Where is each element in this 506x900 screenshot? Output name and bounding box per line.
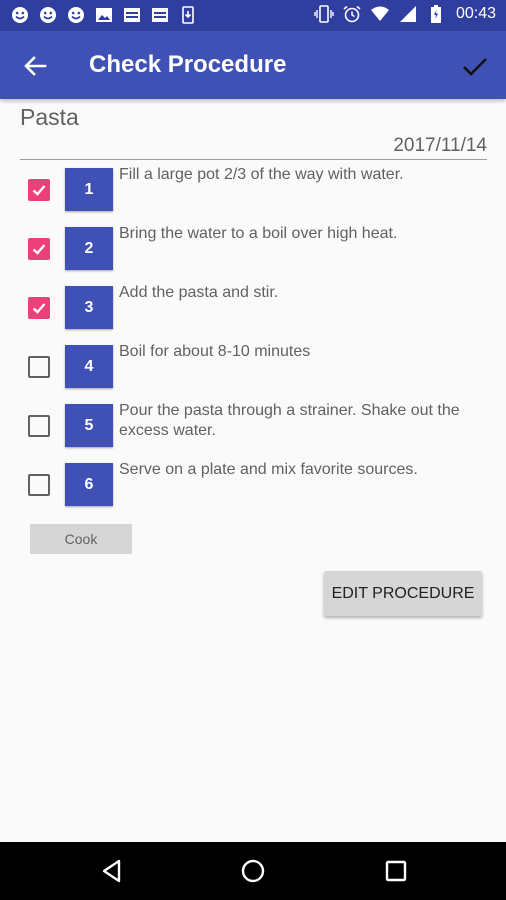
step-row: 5 Pour the pasta through a strainer. Sha… <box>0 402 506 461</box>
step-number-button[interactable]: 5 <box>65 404 113 447</box>
checkmark-icon <box>463 58 487 76</box>
check-icon <box>32 303 46 314</box>
step-text: Boil for about 8-10 minutes <box>119 343 311 360</box>
nav-back-button[interactable] <box>97 856 127 886</box>
wifi-icon <box>370 4 390 24</box>
steps-list: 1 Fill a large pot 2/3 of the way with w… <box>0 166 506 520</box>
step-number-button[interactable]: 4 <box>65 345 113 388</box>
square-recents-icon <box>385 860 407 882</box>
back-button[interactable] <box>18 49 52 83</box>
smiley-icon <box>38 5 58 25</box>
alarm-icon <box>342 4 362 24</box>
confirm-button[interactable] <box>458 49 492 83</box>
download-icon <box>178 5 198 25</box>
step-text: Serve on a plate and mix favorite source… <box>119 461 418 478</box>
edit-procedure-button[interactable]: EDIT PROCEDURE <box>324 571 482 616</box>
app-bar: Check Procedure <box>0 31 506 99</box>
smiley-icon <box>66 5 86 25</box>
calendar-icon <box>150 5 170 25</box>
nav-home-button[interactable] <box>238 856 268 886</box>
circle-home-icon <box>241 859 265 883</box>
vibrate-icon <box>314 4 334 24</box>
step-row: 4 Boil for about 8-10 minutes <box>0 343 506 402</box>
recipe-date: 2017/11/14 <box>393 135 487 156</box>
page-title: Check Procedure <box>89 51 287 78</box>
step-checkbox[interactable] <box>28 179 50 201</box>
step-number-button[interactable]: 1 <box>65 168 113 211</box>
nav-recents-button[interactable] <box>381 856 411 886</box>
step-checkbox[interactable] <box>28 474 50 496</box>
signal-icon <box>398 4 418 24</box>
step-text: Fill a large pot 2/3 of the way with wat… <box>119 166 404 183</box>
calendar-icon <box>122 5 142 25</box>
recipe-name: Pasta <box>20 104 79 130</box>
arrow-left-icon <box>24 56 47 76</box>
image-icon <box>94 5 114 25</box>
step-checkbox[interactable] <box>28 297 50 319</box>
step-text: Add the pasta and stir. <box>119 284 279 301</box>
divider <box>20 159 487 160</box>
smiley-icon <box>10 5 30 25</box>
cook-button[interactable]: Cook <box>30 524 132 554</box>
battery-icon <box>426 4 446 24</box>
step-checkbox[interactable] <box>28 356 50 378</box>
step-checkbox[interactable] <box>28 238 50 260</box>
step-row: 1 Fill a large pot 2/3 of the way with w… <box>0 166 506 225</box>
check-icon <box>32 185 46 196</box>
step-number-button[interactable]: 2 <box>65 227 113 270</box>
step-text: Bring the water to a boil over high heat… <box>119 225 398 242</box>
step-checkbox[interactable] <box>28 415 50 437</box>
status-bar: 00:43 <box>0 0 506 31</box>
step-row: 2 Bring the water to a boil over high he… <box>0 225 506 284</box>
step-number-button[interactable]: 6 <box>65 463 113 506</box>
clock: 00:43 <box>455 5 496 22</box>
triangle-back-icon <box>102 859 121 883</box>
step-row: 3 Add the pasta and stir. <box>0 284 506 343</box>
step-text: Pour the pasta through a strainer. Shake… <box>119 402 460 439</box>
navigation-bar <box>0 842 506 900</box>
step-number-button[interactable]: 3 <box>65 286 113 329</box>
step-row: 6 Serve on a plate and mix favorite sour… <box>0 461 506 520</box>
check-icon <box>32 244 46 255</box>
